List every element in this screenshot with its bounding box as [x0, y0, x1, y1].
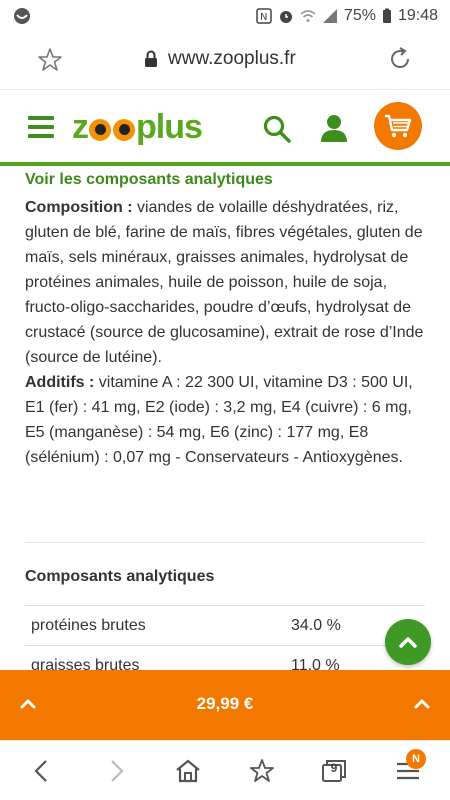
- table-row: protéines brutes 34.0 %: [25, 605, 425, 645]
- analytic-components-link[interactable]: Voir les composants analytiques: [25, 169, 425, 191]
- product-description: Voir les composants analytiques Composit…: [25, 168, 425, 470]
- reload-icon[interactable]: [386, 45, 414, 73]
- home-icon[interactable]: [174, 757, 202, 785]
- composition-text: viandes de volaille déshydratées, riz, g…: [25, 199, 424, 366]
- site-header: z plus: [0, 90, 450, 166]
- component-value: 34.0 %: [291, 616, 341, 634]
- svg-text:N: N: [260, 12, 267, 23]
- clock: 19:48: [397, 7, 438, 24]
- battery-percent: 75%: [343, 7, 376, 24]
- additifs-paragraph: Additifs : vitamine A : 22 300 UI, vitam…: [25, 370, 425, 470]
- search-icon[interactable]: [262, 114, 292, 144]
- chevron-up-icon[interactable]: [410, 692, 434, 716]
- notification-badge: N: [406, 749, 426, 769]
- alarm-icon: [279, 11, 292, 23]
- analytic-table-title: Composants analytiques: [25, 568, 215, 585]
- composition-label: Composition :: [25, 199, 133, 216]
- divider: [25, 542, 425, 543]
- forward-icon[interactable]: [102, 757, 130, 785]
- status-bar: N 75% 19:48: [0, 0, 450, 32]
- price-bar[interactable]: 29,99 €: [0, 670, 450, 740]
- composition-paragraph: Composition : viandes de volaille déshyd…: [25, 195, 425, 370]
- additifs-label: Additifs :: [25, 374, 95, 391]
- nfc-icon: N: [256, 8, 272, 24]
- bookmarks-icon[interactable]: [248, 757, 276, 785]
- component-name: protéines brutes: [31, 616, 146, 634]
- zooplus-logo[interactable]: z plus: [72, 108, 203, 147]
- product-price: 29,99 €: [196, 694, 254, 713]
- back-icon[interactable]: [28, 757, 56, 785]
- url-text: www.zooplus.fr: [168, 48, 296, 69]
- menu-icon[interactable]: [28, 116, 54, 138]
- scroll-to-top-button[interactable]: [385, 619, 431, 665]
- notification-icon: [14, 8, 30, 24]
- cart-icon: [385, 114, 412, 138]
- browser-bottom-nav: [0, 740, 450, 800]
- chevron-up-icon: [399, 637, 417, 648]
- lock-icon: [145, 50, 157, 67]
- battery-icon: [382, 8, 391, 23]
- cart-button[interactable]: [374, 102, 422, 150]
- address-field[interactable]: www.zooplus.fr: [144, 48, 296, 70]
- bookmark-star-icon[interactable]: [36, 46, 64, 74]
- signal-icon: [322, 9, 337, 23]
- browser-url-bar: www.zooplus.fr: [0, 32, 450, 90]
- wifi-icon: [300, 10, 316, 22]
- account-icon[interactable]: [318, 112, 350, 144]
- tab-count: 9: [330, 761, 338, 775]
